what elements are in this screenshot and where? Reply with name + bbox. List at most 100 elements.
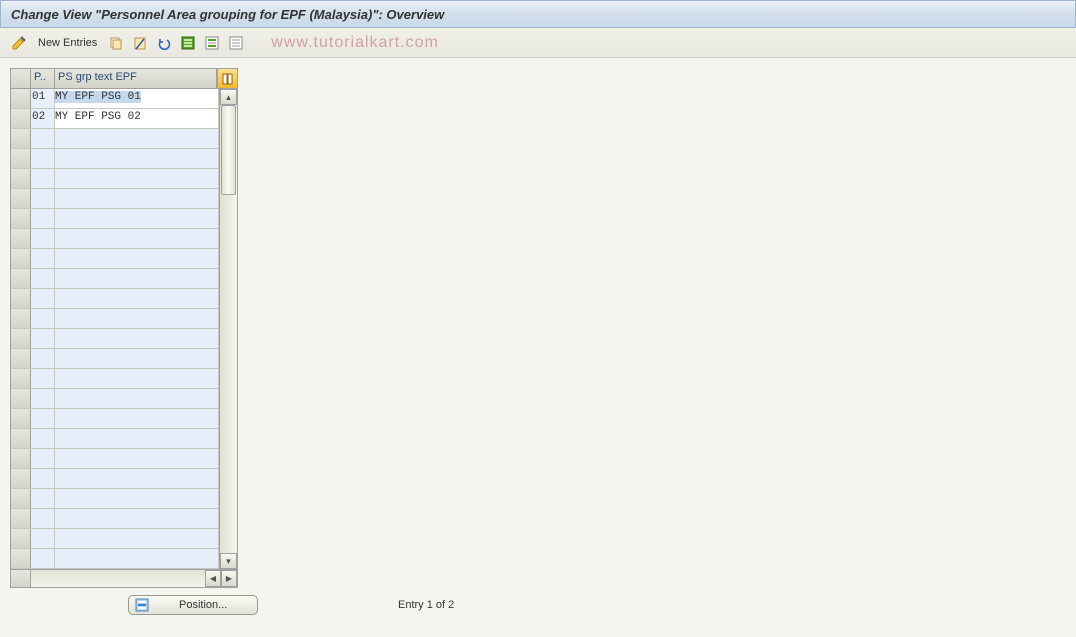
cell-text[interactable] bbox=[55, 469, 219, 488]
position-button[interactable]: Position... bbox=[128, 595, 258, 615]
scroll-track[interactable] bbox=[220, 105, 237, 553]
table-row[interactable] bbox=[11, 229, 219, 249]
copy-icon[interactable] bbox=[107, 34, 125, 52]
table-row[interactable] bbox=[11, 309, 219, 329]
cell-text[interactable] bbox=[55, 189, 219, 208]
cell-text[interactable]: MY EPF PSG 02 bbox=[55, 109, 219, 128]
row-selector[interactable] bbox=[11, 149, 31, 168]
cell-p[interactable] bbox=[31, 349, 55, 368]
cell-p[interactable] bbox=[31, 409, 55, 428]
scroll-thumb[interactable] bbox=[221, 105, 236, 195]
row-selector[interactable] bbox=[11, 449, 31, 468]
row-selector[interactable] bbox=[11, 349, 31, 368]
cell-text[interactable] bbox=[55, 329, 219, 348]
cell-p[interactable]: 02 bbox=[31, 109, 55, 128]
table-row[interactable]: 02MY EPF PSG 02 bbox=[11, 109, 219, 129]
row-selector[interactable] bbox=[11, 169, 31, 188]
cell-p[interactable] bbox=[31, 549, 55, 568]
cell-p[interactable] bbox=[31, 389, 55, 408]
table-row[interactable] bbox=[11, 469, 219, 489]
table-row[interactable] bbox=[11, 389, 219, 409]
horizontal-scrollbar[interactable]: ◀ ▶ bbox=[11, 569, 237, 587]
row-selector[interactable] bbox=[11, 209, 31, 228]
row-selector[interactable] bbox=[11, 309, 31, 328]
table-row[interactable] bbox=[11, 209, 219, 229]
table-row[interactable] bbox=[11, 429, 219, 449]
row-selector[interactable] bbox=[11, 109, 31, 128]
cell-text[interactable] bbox=[55, 409, 219, 428]
cell-p[interactable] bbox=[31, 249, 55, 268]
cell-text[interactable] bbox=[55, 549, 219, 568]
cell-p[interactable] bbox=[31, 429, 55, 448]
cell-p[interactable]: 01 bbox=[31, 89, 55, 108]
row-selector[interactable] bbox=[11, 489, 31, 508]
cell-text[interactable] bbox=[55, 349, 219, 368]
row-selector[interactable] bbox=[11, 229, 31, 248]
cell-text[interactable] bbox=[55, 169, 219, 188]
cell-text[interactable] bbox=[55, 309, 219, 328]
row-selector[interactable] bbox=[11, 329, 31, 348]
cell-p[interactable] bbox=[31, 509, 55, 528]
cell-text[interactable] bbox=[55, 129, 219, 148]
cell-p[interactable] bbox=[31, 269, 55, 288]
row-selector[interactable] bbox=[11, 429, 31, 448]
header-select-col[interactable] bbox=[11, 69, 31, 88]
cell-p[interactable] bbox=[31, 309, 55, 328]
deselect-all-icon[interactable] bbox=[227, 34, 245, 52]
cell-text[interactable] bbox=[55, 289, 219, 308]
cell-text[interactable] bbox=[55, 489, 219, 508]
cell-p[interactable] bbox=[31, 529, 55, 548]
cell-p[interactable] bbox=[31, 469, 55, 488]
table-row[interactable] bbox=[11, 289, 219, 309]
cell-text[interactable] bbox=[55, 429, 219, 448]
cell-text[interactable] bbox=[55, 249, 219, 268]
cell-text[interactable]: MY EPF PSG 01 bbox=[55, 89, 219, 108]
row-selector[interactable] bbox=[11, 529, 31, 548]
row-selector[interactable] bbox=[11, 369, 31, 388]
cell-p[interactable] bbox=[31, 289, 55, 308]
cell-p[interactable] bbox=[31, 449, 55, 468]
scroll-right-icon[interactable]: ▶ bbox=[221, 570, 237, 587]
table-row[interactable] bbox=[11, 189, 219, 209]
cell-text[interactable] bbox=[55, 529, 219, 548]
table-row[interactable]: 01MY EPF PSG 01 bbox=[11, 89, 219, 109]
cell-text[interactable] bbox=[55, 509, 219, 528]
cell-text[interactable] bbox=[55, 149, 219, 168]
cell-p[interactable] bbox=[31, 149, 55, 168]
cell-p[interactable] bbox=[31, 229, 55, 248]
cell-p[interactable] bbox=[31, 169, 55, 188]
row-selector[interactable] bbox=[11, 189, 31, 208]
table-row[interactable] bbox=[11, 149, 219, 169]
header-col-p[interactable]: P.. bbox=[31, 69, 55, 88]
table-row[interactable] bbox=[11, 129, 219, 149]
cell-text[interactable] bbox=[55, 449, 219, 468]
table-row[interactable] bbox=[11, 549, 219, 569]
row-selector[interactable] bbox=[11, 409, 31, 428]
table-row[interactable] bbox=[11, 489, 219, 509]
row-selector[interactable] bbox=[11, 289, 31, 308]
table-row[interactable] bbox=[11, 409, 219, 429]
new-entries-button[interactable]: New Entries bbox=[34, 35, 101, 51]
cell-p[interactable] bbox=[31, 129, 55, 148]
change-icon[interactable] bbox=[10, 34, 28, 52]
delete-icon[interactable] bbox=[131, 34, 149, 52]
vertical-scrollbar[interactable]: ▲ ▼ bbox=[219, 89, 237, 569]
scroll-down-icon[interactable]: ▼ bbox=[220, 553, 237, 569]
undo-icon[interactable] bbox=[155, 34, 173, 52]
row-selector[interactable] bbox=[11, 389, 31, 408]
table-row[interactable] bbox=[11, 269, 219, 289]
row-selector[interactable] bbox=[11, 129, 31, 148]
table-settings-button[interactable] bbox=[217, 69, 237, 88]
scroll-up-icon[interactable]: ▲ bbox=[220, 89, 237, 105]
row-selector[interactable] bbox=[11, 549, 31, 568]
hscroll-track[interactable] bbox=[31, 570, 205, 587]
select-all-icon[interactable] bbox=[179, 34, 197, 52]
cell-text[interactable] bbox=[55, 229, 219, 248]
row-selector[interactable] bbox=[11, 89, 31, 108]
row-selector[interactable] bbox=[11, 469, 31, 488]
row-selector[interactable] bbox=[11, 269, 31, 288]
cell-p[interactable] bbox=[31, 329, 55, 348]
cell-p[interactable] bbox=[31, 369, 55, 388]
cell-p[interactable] bbox=[31, 209, 55, 228]
cell-text[interactable] bbox=[55, 209, 219, 228]
